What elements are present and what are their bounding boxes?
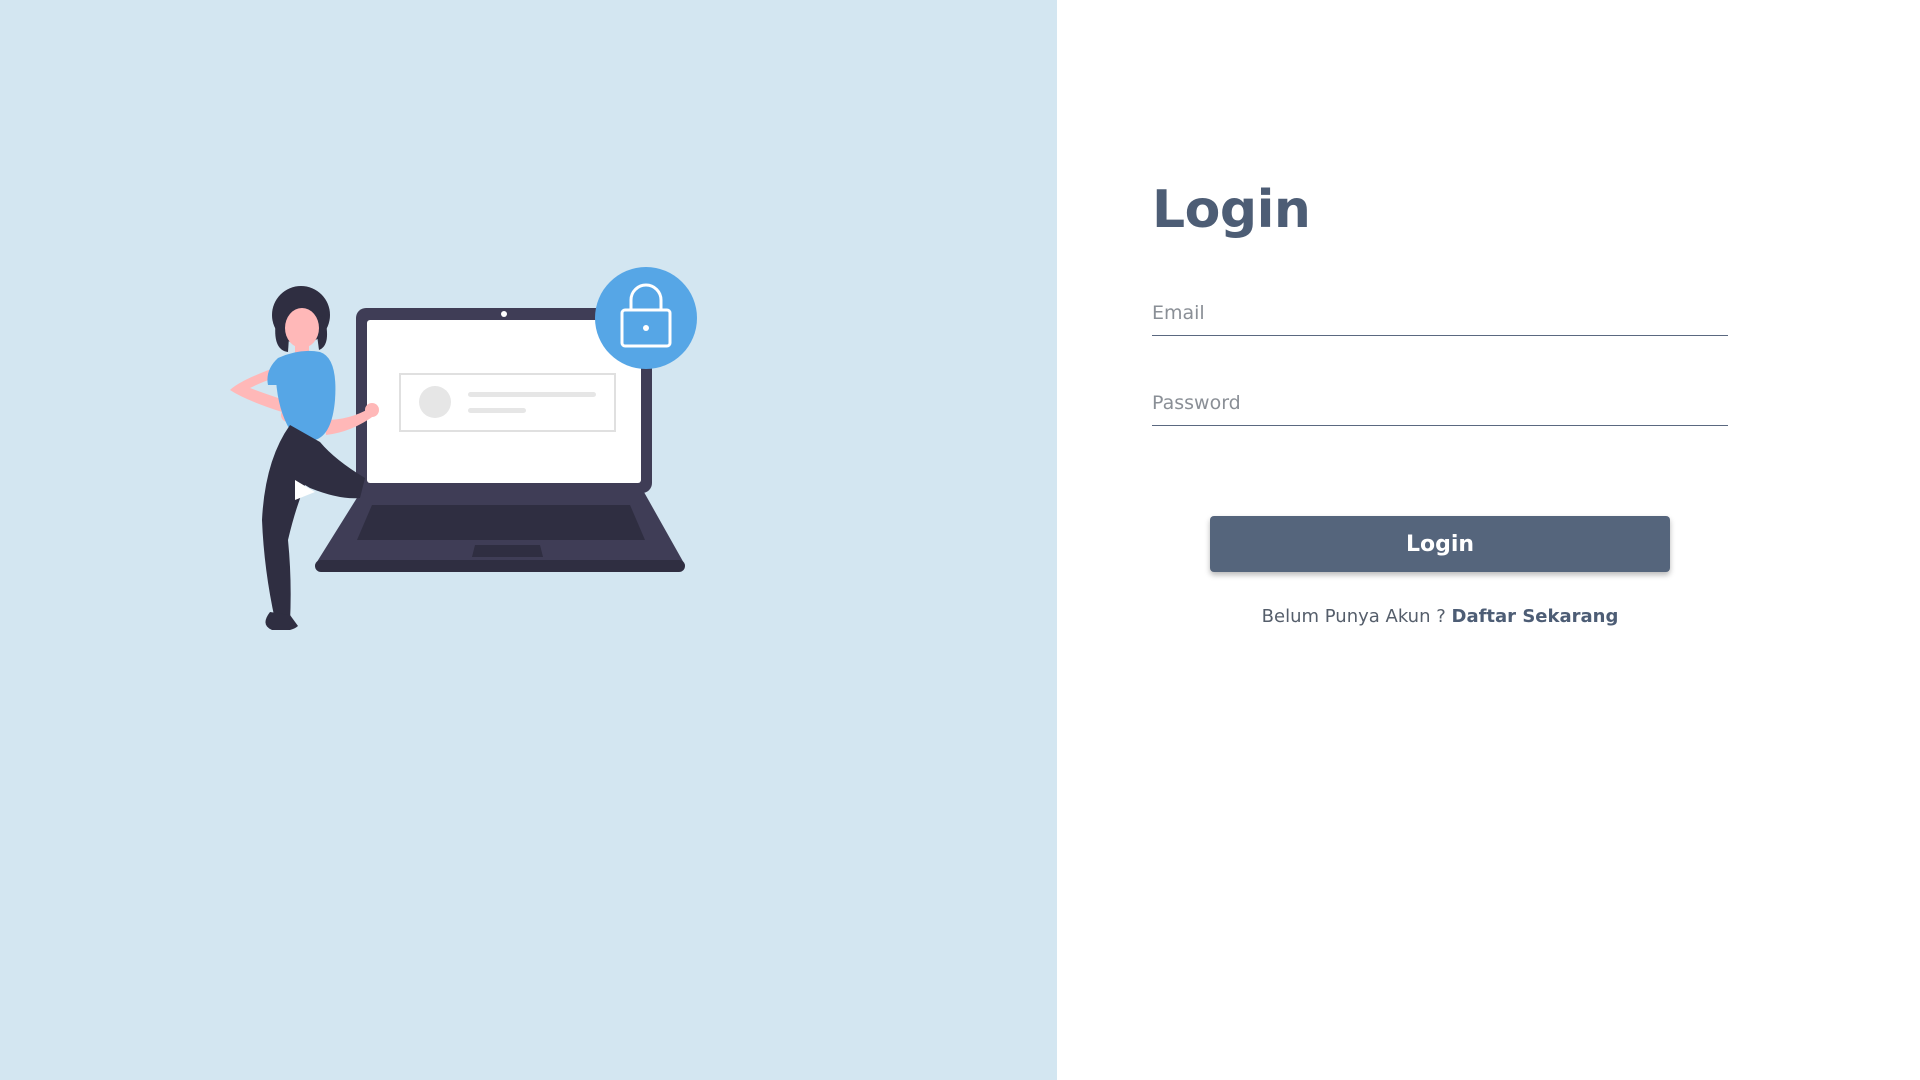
email-field-container (1152, 291, 1728, 336)
password-field-container (1152, 381, 1728, 426)
password-field[interactable] (1152, 381, 1728, 425)
illustration-panel (0, 0, 1057, 1080)
register-link[interactable]: Daftar Sekarang (1452, 606, 1619, 627)
email-field[interactable] (1152, 291, 1728, 335)
page-title: Login (1152, 180, 1311, 240)
login-page: Login Login Belum Punya Akun ? Daftar Se… (0, 0, 1920, 1080)
login-button[interactable]: Login (1210, 516, 1670, 572)
register-prompt-line: Belum Punya Akun ? Daftar Sekarang (1170, 606, 1710, 627)
register-prompt-text: Belum Punya Akun ? (1261, 606, 1446, 627)
login-illustration (230, 267, 697, 630)
